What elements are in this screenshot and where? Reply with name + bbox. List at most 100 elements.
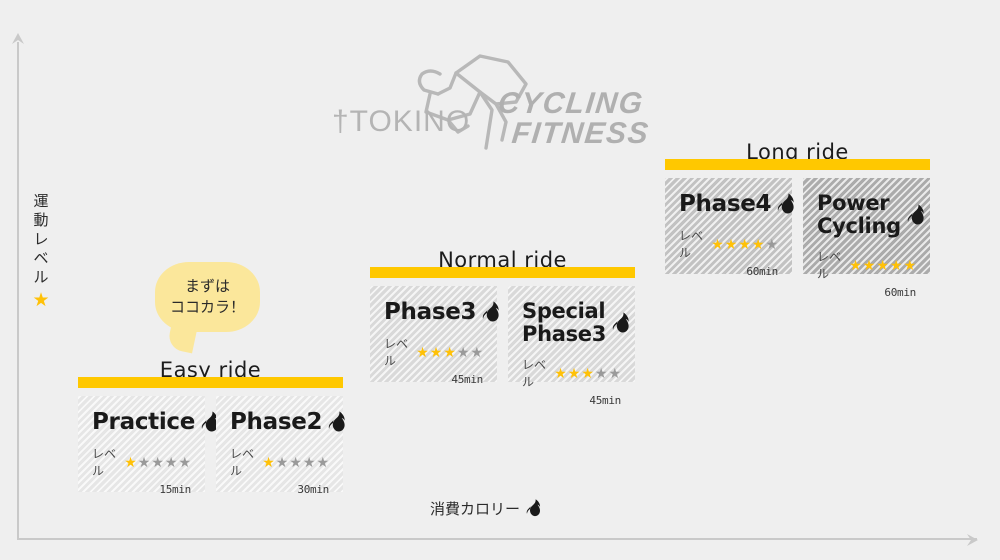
callout-tail: [166, 322, 198, 354]
card-duration: 60min: [746, 265, 778, 278]
card-phase2[interactable]: Phase2 レベル ★ ★ ★ ★ ★ 30min: [216, 396, 345, 496]
card-header: Special Phase3: [522, 299, 629, 346]
card-title: Phase2: [230, 409, 323, 435]
star-rating: ★ ★ ★ ★ ★: [554, 366, 621, 380]
x-axis-label: 消費カロリー: [430, 498, 542, 519]
y-axis-label-char: 動: [33, 211, 49, 229]
star-filled-icon: ★: [849, 257, 862, 273]
flame-icon: [483, 301, 499, 322]
card-duration: 30min: [297, 483, 329, 496]
card-header: Practice: [92, 410, 218, 435]
y-axis-line: [17, 42, 19, 540]
card-title: Power Cycling: [817, 191, 901, 238]
logo-cycling-text: CYCLING: [496, 87, 646, 120]
card-header: Power Cycling: [817, 191, 924, 238]
logo-fitness-text: FITNESS: [510, 117, 651, 150]
card-duration: 45min: [589, 394, 621, 407]
group-accent-bar: [78, 377, 343, 388]
star-filled-icon: ★: [889, 257, 903, 273]
star-empty-icon: ★: [594, 365, 608, 381]
flame-icon: [612, 311, 629, 333]
card-header: Phase2: [230, 409, 345, 435]
card-duration: 15min: [159, 483, 191, 496]
y-axis-label: 運 動 レ ベ ル ★: [24, 192, 58, 311]
star-empty-icon: ★: [289, 454, 302, 470]
level-label: レベル: [522, 358, 547, 389]
card-phase4[interactable]: Phase4 レベル ★ ★ ★ ★ ★ 60min: [665, 178, 794, 278]
star-empty-icon: ★: [608, 365, 621, 381]
star-empty-icon: ★: [137, 454, 151, 470]
star-empty-icon: ★: [178, 454, 191, 470]
card-list: Phase3 レベル ★ ★ ★ ★ ★ 45min Special Phase…: [370, 286, 635, 407]
card-duration: 45min: [451, 373, 483, 386]
star-empty-icon: ★: [316, 454, 329, 470]
card-list: Phase4 レベル ★ ★ ★ ★ ★ 60min Power Cycling…: [665, 178, 930, 299]
star-filled-icon: ★: [581, 365, 594, 381]
card-level-row: レベル ★ ★ ★ ★ ★: [230, 445, 329, 479]
brand-logo: †TOKINO CYCLING FITNESS: [330, 48, 670, 156]
card-list: Practice レベル ★ ★ ★ ★ ★ 15min Phase2 レベル …: [78, 396, 345, 496]
logo-brand-text: †TOKINO: [332, 105, 471, 138]
star-filled-icon: ★: [711, 236, 724, 252]
star-empty-icon: ★: [302, 454, 316, 470]
card-level-row: レベル ★ ★ ★ ★ ★: [817, 248, 916, 282]
level-label: レベル: [92, 447, 117, 478]
card-header: Phase4: [679, 191, 794, 217]
star-filled-icon: ★: [862, 257, 876, 273]
star-rating: ★ ★ ★ ★ ★: [849, 258, 916, 272]
star-filled-icon: ★: [416, 344, 429, 360]
card-title: Phase3: [384, 299, 477, 325]
star-filled-icon: ★: [567, 365, 581, 381]
group-easy-ride: Easy ride Practice レベル ★ ★ ★ ★ ★ 15min P…: [78, 358, 345, 496]
star-filled-icon: ★: [124, 454, 137, 470]
star-empty-icon: ★: [765, 236, 778, 252]
flame-icon: [329, 411, 345, 432]
card-phase3[interactable]: Phase3 レベル ★ ★ ★ ★ ★ 45min: [370, 286, 499, 386]
level-label: レベル: [384, 337, 409, 368]
star-filled-icon: ★: [876, 257, 889, 273]
star-empty-icon: ★: [456, 344, 470, 360]
star-rating: ★ ★ ★ ★ ★: [124, 455, 191, 469]
star-filled-icon: ★: [262, 454, 275, 470]
star-empty-icon: ★: [151, 454, 164, 470]
star-filled-icon: ★: [429, 344, 443, 360]
star-filled-icon: ★: [443, 344, 456, 360]
y-axis-arrow-icon: [12, 33, 24, 44]
star-rating: ★ ★ ★ ★ ★: [262, 455, 329, 469]
star-filled-icon: ★: [724, 236, 738, 252]
star-filled-icon: ★: [903, 257, 916, 273]
card-title: Phase4: [679, 191, 772, 217]
star-filled-icon: ★: [751, 236, 765, 252]
card-level-row: レベル ★ ★ ★ ★ ★: [522, 356, 621, 390]
y-axis-label-char: ベ: [33, 249, 49, 267]
star-rating: ★ ★ ★ ★ ★: [711, 237, 778, 251]
callout-text: まずは ココカラ！: [169, 277, 245, 316]
callout-bubble: まずは ココカラ！: [155, 262, 260, 354]
card-level-row: レベル ★ ★ ★ ★ ★: [92, 445, 191, 479]
card-special-phase3[interactable]: Special Phase3 レベル ★ ★ ★ ★ ★ 45min: [508, 286, 635, 407]
group-accent-bar: [370, 267, 635, 278]
card-header: Phase3: [384, 299, 499, 325]
x-axis-arrow-icon: [967, 534, 978, 546]
star-empty-icon: ★: [164, 454, 178, 470]
y-axis-label-char: 運: [33, 192, 49, 210]
star-filled-icon: ★: [738, 236, 751, 252]
card-level-row: レベル ★ ★ ★ ★ ★: [384, 335, 483, 369]
card-title: Special Phase3: [522, 299, 607, 346]
flame-icon: [907, 203, 924, 225]
card-power-cycling[interactable]: Power Cycling レベル ★ ★ ★ ★ ★ 60min: [803, 178, 930, 299]
group-long-ride: Long ride Phase4 レベル ★ ★ ★ ★ ★ 60min Pow…: [665, 140, 930, 299]
level-label: レベル: [679, 229, 704, 260]
flame-icon: [526, 499, 541, 517]
y-axis-label-char: レ: [33, 230, 49, 248]
card-practice[interactable]: Practice レベル ★ ★ ★ ★ ★ 15min: [78, 396, 218, 496]
level-label: レベル: [817, 250, 842, 281]
card-title: Practice: [92, 409, 196, 435]
group-normal-ride: Normal ride Phase3 レベル ★ ★ ★ ★ ★ 45min S…: [370, 248, 635, 407]
x-axis-label-text: 消費カロリー: [430, 500, 521, 518]
level-label: レベル: [230, 447, 255, 478]
star-empty-icon: ★: [275, 454, 289, 470]
card-duration: 60min: [884, 286, 916, 299]
star-rating: ★ ★ ★ ★ ★: [416, 345, 483, 359]
group-accent-bar: [665, 159, 930, 170]
